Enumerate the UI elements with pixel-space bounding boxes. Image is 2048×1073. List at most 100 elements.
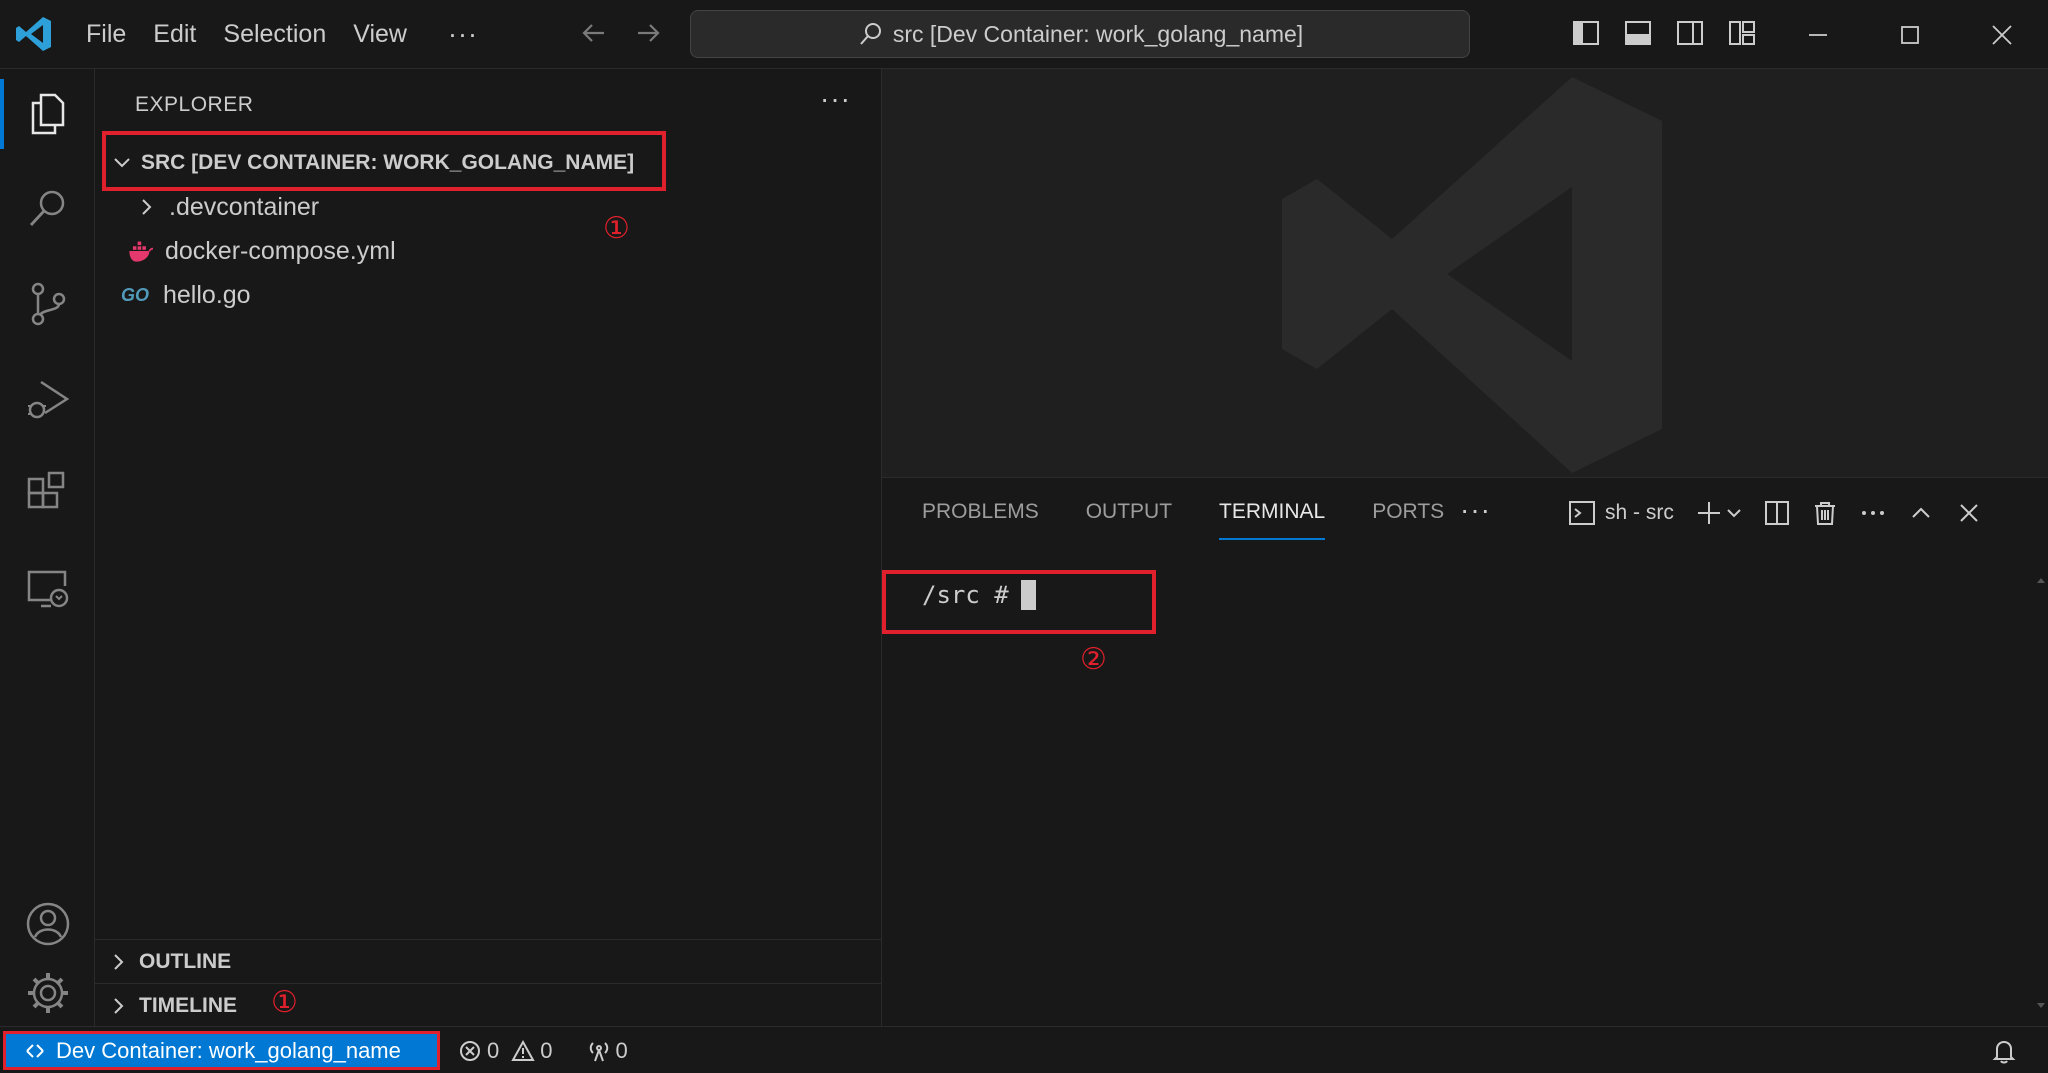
- arrow-forward-icon[interactable]: [632, 17, 664, 49]
- annotation-marker-1-status: ①: [271, 985, 298, 1020]
- tree-item-label: .devcontainer: [169, 192, 320, 221]
- vscode-logo-icon: [16, 17, 51, 51]
- chevron-down-icon[interactable]: [1724, 503, 1744, 523]
- panel-tabs-more-icon[interactable]: ···: [1460, 494, 1491, 526]
- chevron-right-icon: [114, 953, 124, 970]
- sidebar-title: EXPLORER: [135, 93, 254, 116]
- activity-search[interactable]: [0, 164, 95, 254]
- terminal-selector[interactable]: sh - src: [1567, 498, 1674, 528]
- remote-indicator[interactable]: Dev Container: work_golang_name: [3, 1031, 440, 1070]
- broadcast-icon: [589, 1041, 608, 1061]
- activity-run-debug[interactable]: [0, 354, 95, 444]
- arrow-back-icon[interactable]: [578, 17, 610, 49]
- explorer-sidebar: EXPLORER ··· SRC [DEV CONTAINER: WORK_GO…: [95, 69, 882, 1026]
- activity-bar: [0, 69, 95, 1026]
- annotation-box-1: [102, 131, 666, 191]
- docker-file-icon: [129, 241, 154, 262]
- maximize-button[interactable]: [1864, 0, 1956, 69]
- outline-section-header[interactable]: OUTLINE: [95, 939, 882, 983]
- remote-explorer-icon: [27, 570, 68, 608]
- close-icon: [1992, 24, 2012, 45]
- tree-item-label: hello.go: [163, 280, 251, 309]
- customize-layout-icon[interactable]: [1726, 17, 1758, 49]
- panel-tabs: PROBLEMS OUTPUT TERMINAL PORTS: [922, 500, 1491, 540]
- toggle-panel-icon[interactable]: [1622, 17, 1654, 49]
- tree-item-docker-compose[interactable]: docker-compose.yml: [125, 229, 396, 273]
- annotation-box-2: [882, 570, 1156, 634]
- command-center-search[interactable]: src [Dev Container: work_golang_name]: [690, 10, 1470, 58]
- terminal-icon: [1569, 501, 1595, 525]
- tree-item-hello-go[interactable]: GO hello.go: [121, 273, 251, 317]
- status-ports[interactable]: 0: [587, 1038, 628, 1064]
- remote-icon: [26, 1043, 44, 1058]
- ports-count: 0: [615, 1037, 628, 1063]
- toggle-primary-sidebar-icon[interactable]: [1570, 17, 1602, 49]
- menu-edit[interactable]: Edit: [153, 20, 196, 49]
- annotation-marker-1: ①: [603, 211, 630, 246]
- warning-count: 0: [540, 1037, 553, 1063]
- files-icon: [31, 93, 64, 135]
- bell-icon[interactable]: [1990, 1037, 2018, 1065]
- tree-item-devcontainer[interactable]: .devcontainer: [135, 185, 319, 229]
- gear-icon: [27, 973, 68, 1013]
- run-debug-icon: [27, 380, 69, 419]
- layout-controls: [1570, 17, 1758, 49]
- activity-accounts[interactable]: [0, 879, 95, 969]
- remote-label: Dev Container: work_golang_name: [56, 1037, 401, 1063]
- activity-explorer[interactable]: [0, 69, 95, 159]
- activity-manage[interactable]: [0, 973, 95, 1026]
- split-terminal-icon[interactable]: [1762, 498, 1792, 528]
- menu-bar: File Edit Selection View ···: [86, 0, 478, 69]
- command-center-text: src [Dev Container: work_golang_name]: [892, 20, 1304, 47]
- search-icon: [860, 23, 881, 45]
- toggle-secondary-sidebar-icon[interactable]: [1674, 17, 1706, 49]
- chevron-up-icon[interactable]: [1906, 498, 1936, 528]
- source-control-icon: [31, 282, 65, 326]
- tree-item-label: docker-compose.yml: [165, 236, 396, 265]
- tab-terminal[interactable]: TERMINAL: [1219, 500, 1326, 540]
- status-errors: 0: [458, 1038, 499, 1064]
- menu-view[interactable]: View: [353, 20, 407, 49]
- menu-selection[interactable]: Selection: [223, 20, 326, 49]
- status-warnings: 0: [511, 1037, 553, 1064]
- window-controls: [1772, 0, 2048, 69]
- warning-icon: [511, 1039, 535, 1061]
- terminal-scrollbar[interactable]: [2034, 573, 2048, 1013]
- minimize-icon: [1809, 33, 1827, 36]
- minimize-button[interactable]: [1772, 0, 1864, 69]
- close-window-button[interactable]: [1956, 0, 2048, 69]
- error-count: 0: [487, 1037, 500, 1063]
- tab-ports[interactable]: PORTS: [1372, 500, 1444, 540]
- editor-area: [882, 69, 2048, 477]
- more-actions-icon[interactable]: [1858, 498, 1888, 528]
- trash-icon[interactable]: [1810, 498, 1840, 528]
- new-terminal-icon[interactable]: [1694, 498, 1724, 528]
- menu-file[interactable]: File: [86, 20, 126, 49]
- bottom-panel: PROBLEMS OUTPUT TERMINAL PORTS ··· sh - …: [882, 477, 2048, 1026]
- error-icon: [460, 1040, 480, 1061]
- annotation-marker-2: ②: [1080, 642, 1107, 677]
- title-bar: File Edit Selection View ··· src [Dev Co…: [0, 0, 2048, 69]
- status-problems[interactable]: 0 0 0: [458, 1027, 640, 1073]
- terminal-name-label: sh - src: [1605, 501, 1674, 524]
- activity-source-control[interactable]: [0, 259, 95, 349]
- close-panel-icon[interactable]: [1954, 498, 1984, 528]
- explorer-more-icon[interactable]: ···: [820, 83, 851, 115]
- timeline-label: TIMELINE: [139, 993, 237, 1017]
- account-icon: [26, 902, 69, 946]
- activity-remote-explorer[interactable]: [0, 544, 95, 634]
- menu-more-icon[interactable]: ···: [448, 19, 478, 50]
- navigation-arrows: [578, 17, 664, 49]
- extensions-icon: [27, 471, 64, 509]
- chevron-right-icon: [114, 997, 124, 1014]
- vscode-watermark-icon: [1282, 77, 1662, 473]
- tab-output[interactable]: OUTPUT: [1086, 500, 1172, 540]
- tab-problems[interactable]: PROBLEMS: [922, 500, 1039, 540]
- go-file-icon: GO: [121, 284, 150, 305]
- timeline-section-header[interactable]: TIMELINE: [95, 983, 882, 1027]
- outline-label: OUTLINE: [139, 949, 232, 973]
- maximize-icon: [1901, 25, 1919, 44]
- activity-extensions[interactable]: [0, 449, 95, 539]
- status-bar: Dev Container: work_golang_name 0 0 0: [0, 1026, 2048, 1073]
- chevron-right-icon: [142, 199, 152, 215]
